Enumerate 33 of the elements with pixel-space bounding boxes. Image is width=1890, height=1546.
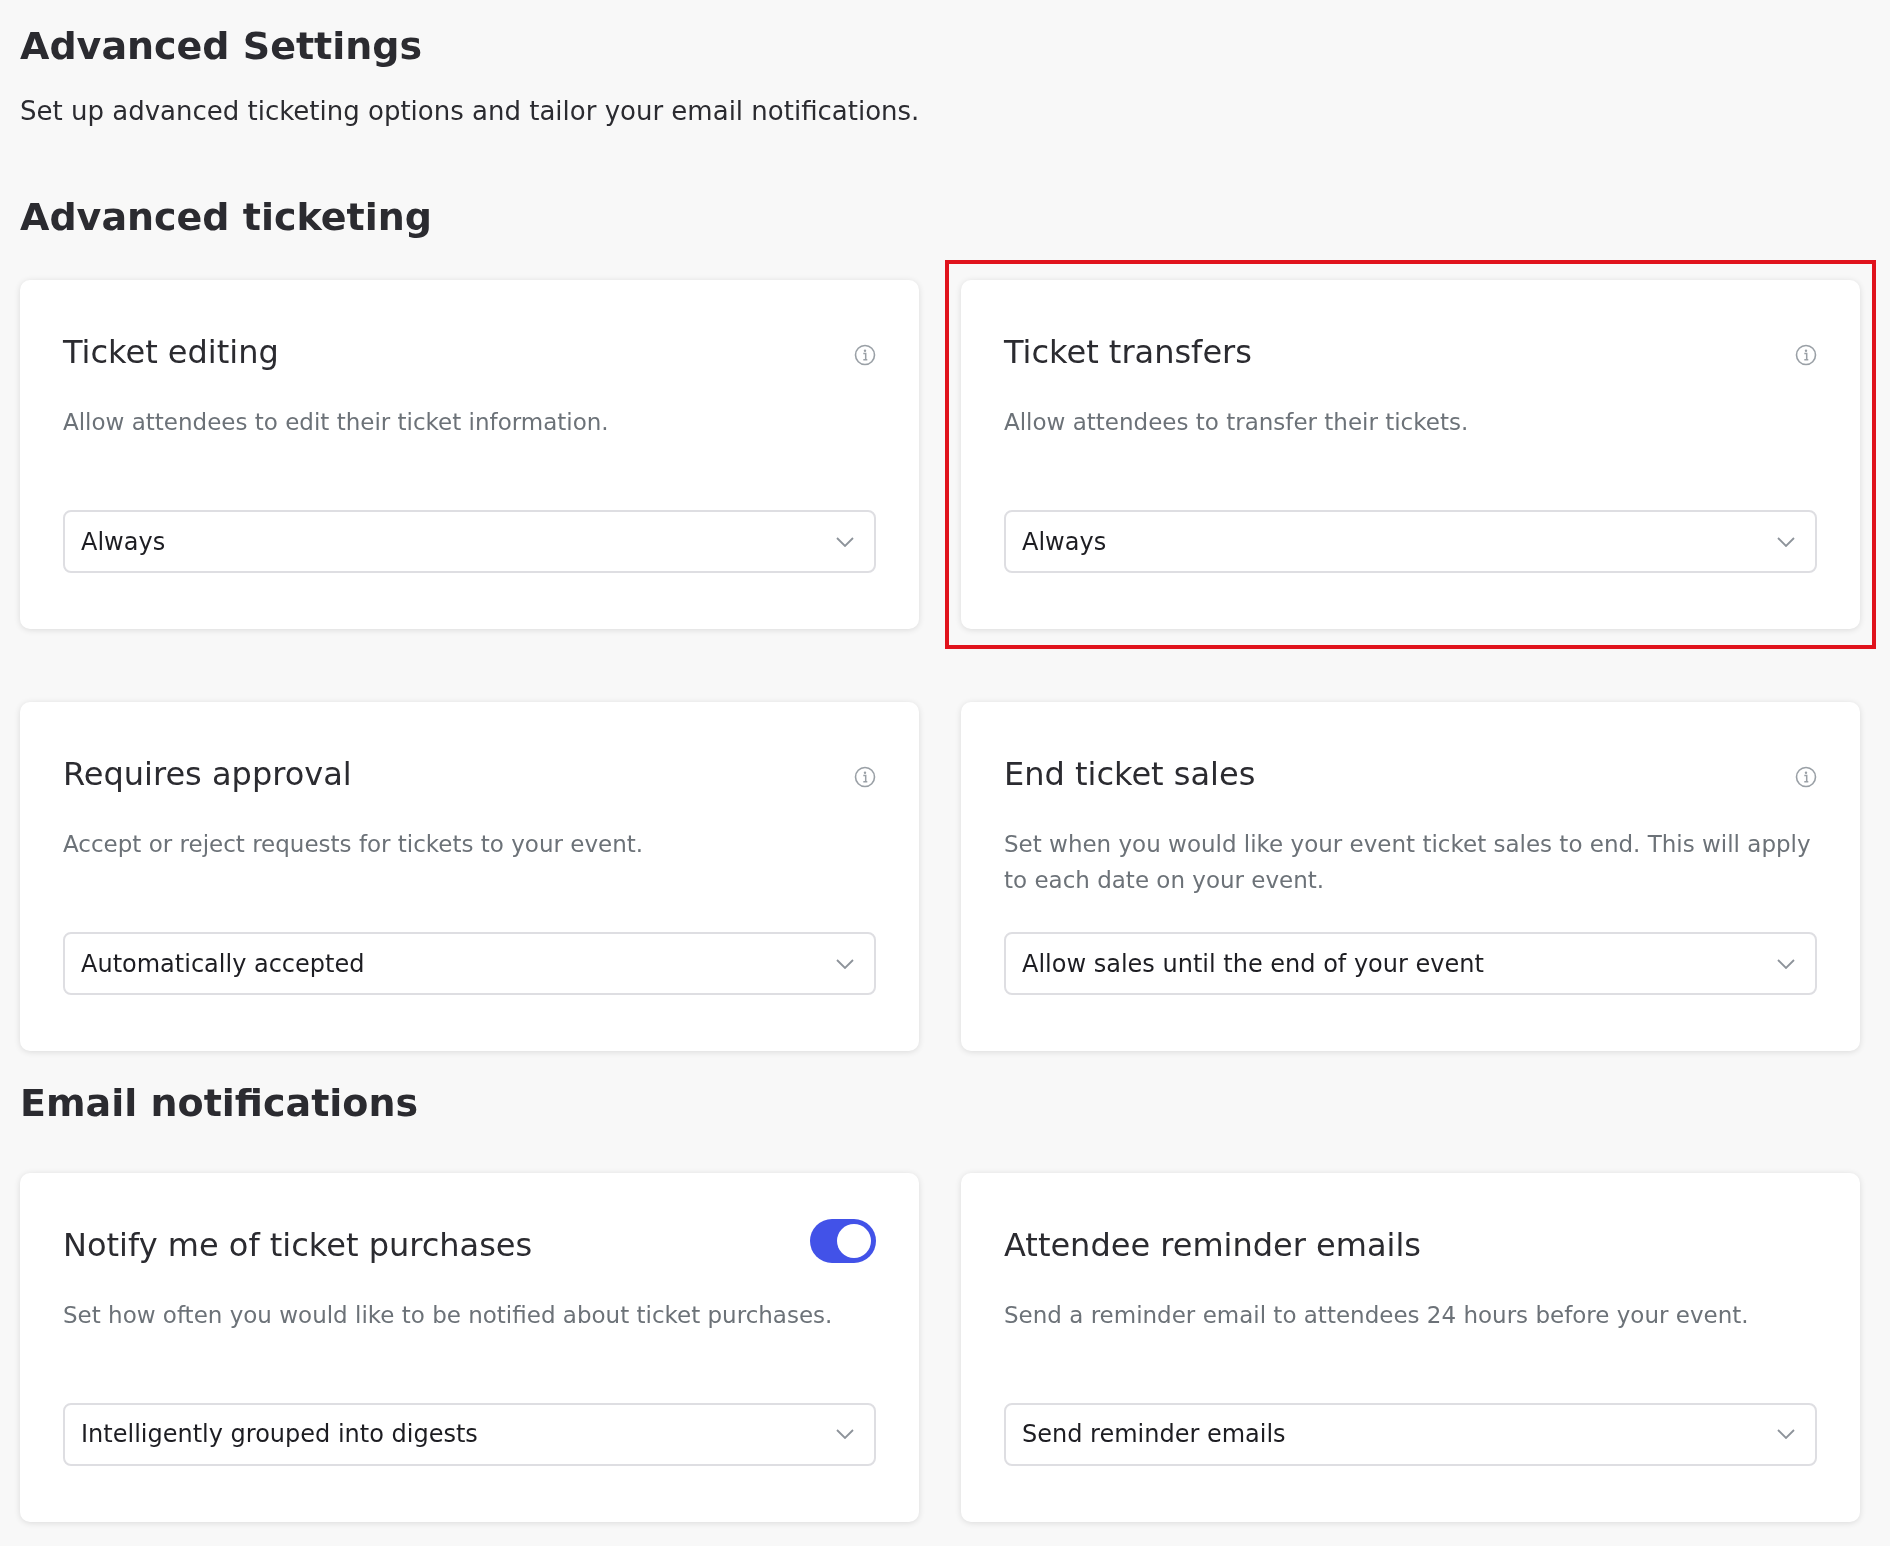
card-title: Requires approval [63,754,352,795]
card-description: Set when you would like your event ticket sales to end. This will apply to each date on your event. [1004,830,1812,896]
card-description: Set how often you would like to be notified about ticket purchases. [63,1300,834,1330]
select-dropdown[interactable]: Send reminder emails [1004,1402,1817,1466]
card-description: Accept or reject requests for tickets to your event. [63,830,645,860]
info-icon[interactable] [1795,344,1817,367]
info-icon[interactable] [854,766,876,789]
card-title: Ticket editing [63,332,279,373]
select-dropdown[interactable]: Allow sales until the end of your event [1004,932,1817,996]
chevron-down-icon [836,536,854,547]
select-dropdown[interactable]: Always [1004,510,1817,574]
toggle-switch[interactable] [810,1218,876,1263]
card-title: End ticket sales [1004,754,1256,795]
select-dropdown[interactable]: Intelligently grouped into digests [63,1402,876,1466]
info-icon[interactable] [1795,766,1817,789]
chevron-down-icon [1777,1429,1795,1440]
card-title: Attendee reminder emails [1004,1224,1421,1265]
select-dropdown[interactable]: Always [63,510,876,574]
card-title: Notify me of ticket purchases [63,1224,533,1265]
card-title: Ticket transfers [1004,332,1252,373]
chevron-down-icon [836,958,854,969]
card-description: Allow attendees to edit their ticket information. [63,408,610,438]
select-dropdown[interactable]: Automatically accepted [63,932,876,996]
section-heading: Advanced ticketing [20,194,432,241]
page-title: Advanced Settings [20,24,423,70]
chevron-down-icon [1777,958,1795,969]
chevron-down-icon [1777,536,1795,547]
card-description: Send a reminder email to attendees 24 hours before your event. [1004,1300,1750,1330]
page-subtitle: Set up advanced ticketing options and tailor your email notifications. [20,94,920,128]
info-icon[interactable] [854,344,876,367]
section-heading: Email notifications [20,1081,419,1127]
chevron-down-icon [836,1429,854,1440]
card-description: Allow attendees to transfer their tickets. [1004,408,1470,438]
